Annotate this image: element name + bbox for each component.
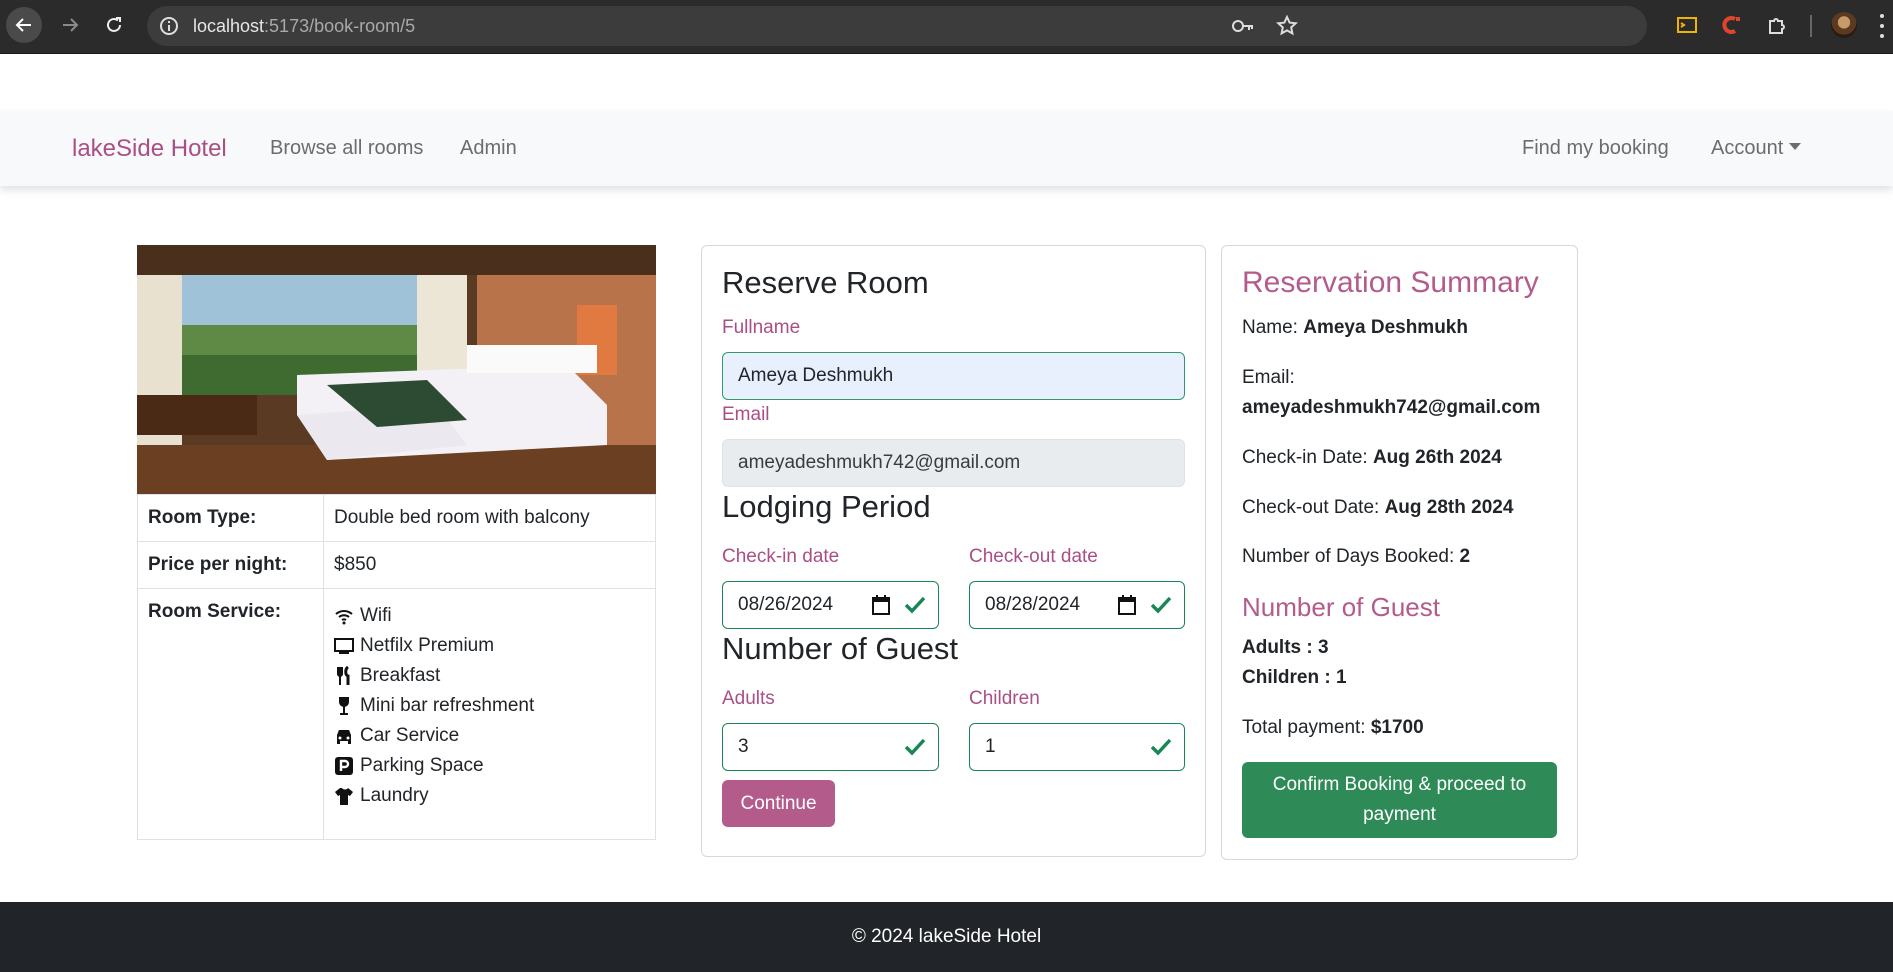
address-bar[interactable]: localhost:5173/book-room/5 xyxy=(147,6,1647,46)
table-row: Price per night: $850 xyxy=(137,541,656,589)
arrow-left-icon xyxy=(15,18,31,32)
caret-down-icon xyxy=(1789,143,1802,151)
summary-name: Name: Ameya Deshmukh xyxy=(1242,317,1468,338)
site-info-icon[interactable] xyxy=(159,16,179,36)
toolbar-divider xyxy=(1810,15,1812,37)
reserve-room-title: Reserve Room xyxy=(722,265,929,300)
table-row: Room Type: Double bed room with balcony xyxy=(137,494,656,542)
list-item: Breakfast xyxy=(334,661,645,691)
reload-icon xyxy=(107,17,121,32)
tv-icon xyxy=(334,638,354,654)
nav-account-dropdown[interactable]: Account xyxy=(1711,111,1802,186)
fullname-input[interactable]: Ameya Deshmukh xyxy=(722,352,1185,400)
room-details-table: Room Type: Double bed room with balcony … xyxy=(137,494,656,840)
reload-button[interactable] xyxy=(96,7,132,43)
room-type-label: Room Type: xyxy=(137,494,324,542)
email-label: Email xyxy=(722,404,770,425)
lodging-period-title: Lodging Period xyxy=(722,489,931,524)
room-service-cell: Wifi Netfilx Premium Breakfast Mini bar … xyxy=(323,588,656,840)
summary-total: Total payment: $1700 xyxy=(1242,717,1424,738)
list-item: Mini bar refreshment xyxy=(334,691,645,721)
adults-input[interactable]: 3 xyxy=(722,723,939,771)
adults-label: Adults xyxy=(722,688,775,709)
nav-admin[interactable]: Admin xyxy=(460,111,517,186)
summary-children: Children : 1 xyxy=(1242,667,1347,688)
summary-email-label: Email: xyxy=(1242,367,1295,388)
summary-guest-title: Number of Guest xyxy=(1242,592,1440,622)
price-label: Price per night: xyxy=(137,541,324,589)
confirm-booking-button[interactable]: Confirm Booking & proceed to payment xyxy=(1242,762,1557,838)
check-icon xyxy=(904,596,926,614)
profile-avatar[interactable] xyxy=(1831,12,1857,38)
continue-button[interactable]: Continue xyxy=(722,780,835,827)
fullname-label: Fullname xyxy=(722,317,801,338)
tshirt-icon xyxy=(335,788,353,805)
children-label: Children xyxy=(969,688,1040,709)
room-service-label: Room Service: xyxy=(137,588,324,840)
nav-find-booking[interactable]: Find my booking xyxy=(1522,111,1669,186)
service-list: Wifi Netfilx Premium Breakfast Mini bar … xyxy=(334,601,645,811)
parking-icon xyxy=(335,757,353,775)
nav-account-label: Account xyxy=(1711,137,1784,159)
url-text: localhost:5173/book-room/5 xyxy=(193,16,416,36)
wine-glass-icon xyxy=(339,697,349,715)
forward-button[interactable] xyxy=(52,7,88,43)
summary-days: Number of Days Booked: 2 xyxy=(1242,546,1471,567)
utensils-icon xyxy=(337,666,350,685)
back-button[interactable] xyxy=(6,7,42,43)
list-item: Wifi xyxy=(334,601,645,631)
check-icon xyxy=(1150,596,1172,614)
summary-checkin: Check-in Date: Aug 26th 2024 xyxy=(1242,447,1502,468)
children-input[interactable]: 1 xyxy=(969,723,1185,771)
wifi-icon xyxy=(335,610,353,625)
nav-browse-rooms[interactable]: Browse all rooms xyxy=(270,111,423,186)
room-photo xyxy=(137,245,656,495)
list-item: Parking Space xyxy=(334,751,645,781)
extensions-puzzle-icon[interactable] xyxy=(1764,12,1790,38)
site-navbar: lakeSide Hotel Browse all rooms Admin Fi… xyxy=(0,111,1893,186)
car-icon xyxy=(337,730,351,744)
check-icon xyxy=(1150,738,1172,756)
browser-toolbar: localhost:5173/book-room/5 xyxy=(0,0,1893,54)
summary-title: Reservation Summary xyxy=(1242,266,1539,299)
arrow-right-icon xyxy=(63,18,79,32)
browser-menu-icon[interactable] xyxy=(1880,14,1886,38)
price-value: $850 xyxy=(323,541,656,589)
room-type-value: Double bed room with balcony xyxy=(323,494,656,542)
summary-adults: Adults : 3 xyxy=(1242,637,1329,658)
bookmark-star-icon[interactable] xyxy=(1275,14,1299,38)
list-item: Laundry xyxy=(334,781,645,811)
email-input[interactable]: ameyadeshmukh742@gmail.com xyxy=(722,439,1185,487)
checkout-label: Check-out date xyxy=(969,546,1098,567)
site-footer: © 2024 lakeSide Hotel xyxy=(0,902,1893,972)
guest-count-title: Number of Guest xyxy=(722,631,959,666)
brand-logo-link[interactable]: lakeSide Hotel xyxy=(72,111,227,186)
password-key-icon[interactable] xyxy=(1231,16,1255,36)
cast-icon[interactable] xyxy=(1674,12,1700,38)
check-icon xyxy=(904,738,926,756)
calendar-icon[interactable] xyxy=(872,595,890,615)
table-row: Room Service: Wifi Netfilx Premium Break… xyxy=(137,588,656,840)
checkout-date-input[interactable]: 08/28/2024 xyxy=(969,581,1185,629)
calendar-icon[interactable] xyxy=(1118,595,1136,615)
extension-c-icon[interactable] xyxy=(1718,12,1744,38)
summary-email-value: ameyadeshmukh742@gmail.com xyxy=(1242,397,1541,418)
checkin-date-input[interactable]: 08/26/2024 xyxy=(722,581,939,629)
footer-copyright: © 2024 lakeSide Hotel xyxy=(851,926,1042,947)
list-item: Car Service xyxy=(334,721,645,751)
list-item: Netfilx Premium xyxy=(334,631,645,661)
summary-checkout: Check-out Date: Aug 28th 2024 xyxy=(1242,497,1514,518)
checkin-label: Check-in date xyxy=(722,546,840,567)
